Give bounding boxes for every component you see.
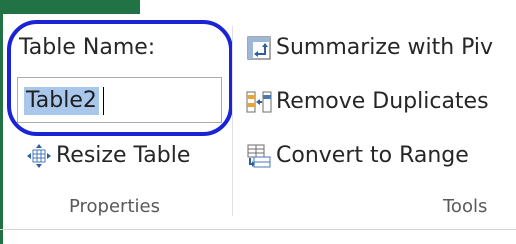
convert-to-range-label: Convert to Range <box>276 143 469 168</box>
table-name-value[interactable]: Table2 <box>24 87 99 115</box>
table-name-label: Table Name: <box>19 35 156 60</box>
group-separator <box>232 26 233 216</box>
resize-table-icon <box>26 143 52 169</box>
resize-table-button[interactable]: Resize Table <box>26 142 190 170</box>
summarize-label: Summarize with Piv <box>276 35 494 60</box>
summarize-with-pivottable-button[interactable]: Summarize with Piv <box>246 34 493 62</box>
ribbon-tab-accent <box>0 0 140 14</box>
table-tools-ribbon: Table Name: Table2 Resize Table Properti… <box>0 0 516 244</box>
resize-table-label: Resize Table <box>56 143 191 168</box>
properties-group-label: Properties <box>69 196 160 217</box>
convert-to-range-button[interactable]: Convert to Range <box>246 142 469 170</box>
remove-duplicates-button[interactable]: Remove Duplicates <box>246 88 489 116</box>
pivot-table-icon <box>246 35 272 61</box>
table-name-input[interactable]: Table2 <box>17 77 222 123</box>
remove-duplicates-label: Remove Duplicates <box>276 89 489 114</box>
window-left-edge <box>0 0 3 244</box>
tools-group-label: Tools <box>443 196 488 217</box>
text-caret <box>103 87 104 115</box>
remove-duplicates-icon <box>246 89 272 115</box>
ribbon-bottom-border <box>0 229 516 230</box>
convert-to-range-icon <box>246 143 272 169</box>
